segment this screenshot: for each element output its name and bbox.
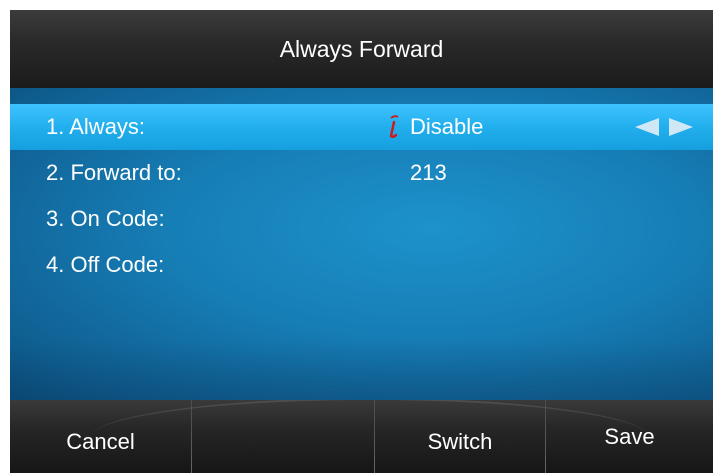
page-title: Always Forward xyxy=(279,35,444,62)
list-item-forward-to[interactable]: 2. Forward to: 213 xyxy=(10,150,713,196)
on-code-label: 3. On Code: xyxy=(46,206,165,231)
phone-screen: Always Forward 1. Always: Disable 2. For… xyxy=(10,10,713,473)
always-label: 1. Always: xyxy=(46,114,146,139)
cancel-softkey[interactable]: Cancel xyxy=(10,400,191,473)
forward-to-value[interactable]: 213 xyxy=(410,150,447,196)
list-item-always[interactable]: 1. Always: Disable xyxy=(10,104,713,150)
right-arrow-icon[interactable] xyxy=(667,117,695,137)
title-bar: Always Forward xyxy=(10,10,713,88)
value-switch-arrows[interactable] xyxy=(633,117,695,137)
off-code-label: 4. Off Code: xyxy=(46,252,165,277)
save-softkey[interactable]: Save xyxy=(546,400,713,473)
softkey-bar: Cancel Switch Save xyxy=(10,400,713,473)
list-item-off-code[interactable]: 4. Off Code: xyxy=(10,242,713,288)
list-item-on-code[interactable]: 3. On Code: xyxy=(10,196,713,242)
switch-softkey[interactable]: Switch xyxy=(375,400,545,473)
empty-softkey[interactable] xyxy=(192,400,374,473)
always-value[interactable]: Disable xyxy=(410,104,483,150)
forward-to-label: 2. Forward to: xyxy=(46,160,182,185)
left-arrow-icon[interactable] xyxy=(633,117,661,137)
settings-list: 1. Always: Disable 2. Forward to: 213 3.… xyxy=(10,88,713,400)
text-input-cursor-icon xyxy=(389,115,399,138)
